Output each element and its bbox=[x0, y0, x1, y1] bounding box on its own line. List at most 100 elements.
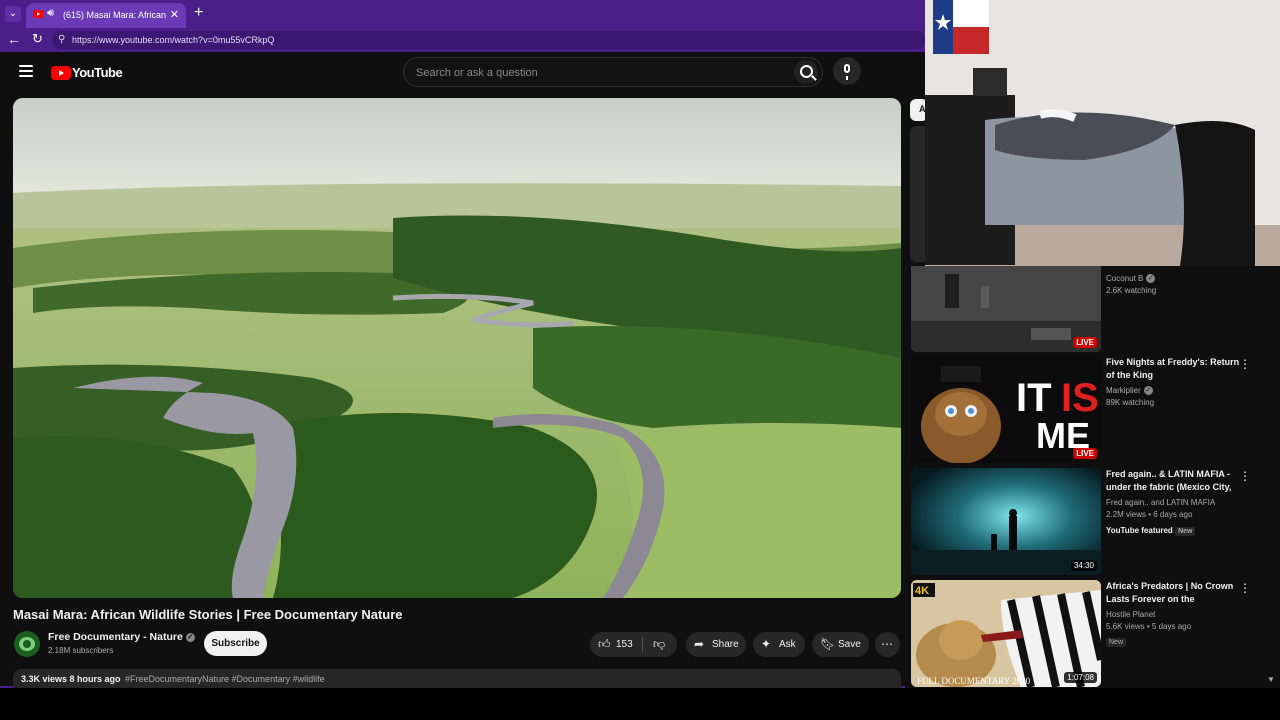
browser-tab[interactable]: 🔊︎ (615) Masai Mara: African Wil ✕ bbox=[26, 3, 186, 28]
menu-icon[interactable] bbox=[19, 65, 33, 77]
thumb-text-it: IT bbox=[1016, 376, 1052, 420]
like-divider bbox=[642, 637, 643, 652]
video-info: Fred again.. & LATIN MAFIA - under the f… bbox=[1106, 468, 1241, 536]
url-text: https://www.youtube.com/watch?v=0mu55vCR… bbox=[72, 35, 275, 45]
verified-icon: ✓ bbox=[185, 632, 195, 642]
thumbs-up-icon[interactable]: 👍︎ bbox=[598, 638, 611, 650]
reload-icon[interactable]: ↻ bbox=[32, 31, 43, 47]
duration-badge: 1:07:08 bbox=[1064, 672, 1097, 683]
channel-name: Fred again.. and LATIN MAFIA bbox=[1106, 498, 1216, 507]
channel-name[interactable]: Free Documentary - Nature ✓ bbox=[48, 631, 195, 643]
video-info: Africa's Predators | No Crown Lasts Fore… bbox=[1106, 580, 1241, 649]
voice-search-button[interactable] bbox=[833, 57, 861, 85]
duration-badge: 34:30 bbox=[1070, 560, 1097, 571]
thumb-text-full-documentary: FULL DOCUMENTARY 2020 bbox=[917, 676, 1031, 686]
concert-thumbnail-art bbox=[911, 468, 1101, 575]
video-meta: 2.6K watching bbox=[1106, 286, 1157, 296]
verified-icon: ✓ bbox=[1146, 274, 1156, 284]
microphone-icon bbox=[844, 64, 850, 80]
channel-name-text: Free Documentary - Nature bbox=[48, 631, 183, 643]
channel-label: Markiplier bbox=[1106, 386, 1141, 395]
channel-avatar[interactable] bbox=[14, 631, 40, 657]
bedroom-scene bbox=[925, 0, 1280, 266]
search-icon bbox=[800, 65, 813, 78]
share-icon: ➦ bbox=[694, 637, 705, 651]
featured-text: YouTube featured bbox=[1106, 526, 1173, 535]
like-dislike-group: 👍︎ 153 👎︎ bbox=[590, 632, 677, 657]
live-badge: LIVE bbox=[1073, 448, 1097, 459]
search-button[interactable] bbox=[794, 60, 818, 84]
ad-panel-edge bbox=[910, 126, 925, 262]
omnibox[interactable]: ⚲ https://www.youtube.com/watch?v=0mu55v… bbox=[52, 31, 925, 49]
more-actions-button[interactable]: ⋯ bbox=[875, 632, 900, 657]
video-meta: 5.6K views • 5 days ago bbox=[1106, 622, 1192, 631]
video-player[interactable] bbox=[13, 98, 901, 598]
video-info: Five Nights at Freddy's: Return of the K… bbox=[1106, 356, 1241, 407]
thumbs-down-icon[interactable]: 👎︎ bbox=[653, 638, 665, 650]
tab-search-icon[interactable]: ⌄ bbox=[5, 6, 21, 22]
close-tab-icon[interactable]: ✕ bbox=[170, 8, 179, 21]
youtube-header: YouTube bbox=[0, 52, 925, 94]
video-title[interactable]: Africa's Predators | No Crown Lasts Fore… bbox=[1106, 580, 1241, 606]
site-info-icon[interactable]: ⚲ bbox=[58, 34, 69, 45]
speaker-icon[interactable]: 🔊︎ bbox=[47, 7, 54, 20]
new-tab-icon[interactable]: + bbox=[194, 4, 203, 22]
ask-label: Ask bbox=[779, 639, 796, 650]
like-count[interactable]: 153 bbox=[616, 639, 633, 650]
live-badge: LIVE bbox=[1073, 337, 1097, 348]
thumb-text-4k: 4K bbox=[915, 585, 929, 597]
save-button[interactable]: 🔖︎ Save bbox=[812, 632, 869, 657]
savanna-river-frame bbox=[13, 98, 901, 598]
scroll-down-arrow-icon[interactable]: ▼ bbox=[1267, 675, 1275, 684]
ask-button[interactable]: ✦ Ask bbox=[753, 632, 805, 657]
youtube-wordmark: YouTube bbox=[72, 65, 123, 80]
description-box[interactable]: 3.3K views 8 hours ago #FreeDocumentaryN… bbox=[13, 669, 901, 688]
more-horizontal-icon: ⋯ bbox=[881, 637, 893, 651]
freddy-thumbnail-art: IT IS ME bbox=[911, 356, 1101, 463]
youtube-favicon-icon bbox=[33, 10, 43, 18]
hashtags[interactable]: #FreeDocumentaryNature #Documentary #wil… bbox=[125, 674, 325, 684]
youtube-play-icon bbox=[51, 66, 71, 80]
related-video-card[interactable]: IT IS ME LIVE Five Nights at Freddy's: R… bbox=[911, 356, 1271, 464]
video-meta: 2.2M views • 6 days ago bbox=[1106, 510, 1193, 519]
webcam-overlay bbox=[925, 0, 1280, 266]
new-badge: New bbox=[1175, 527, 1196, 536]
video-title: Masai Mara: African Wildlife Stories | F… bbox=[13, 607, 403, 622]
search-input[interactable] bbox=[414, 64, 778, 82]
channel-label: Coconut B bbox=[1106, 274, 1144, 283]
video-info: Coconut B ✓ 2.6K watching bbox=[1106, 266, 1241, 295]
video-thumbnail[interactable]: LIVE bbox=[911, 266, 1101, 352]
sparkle-icon: ✦ bbox=[761, 637, 772, 651]
predator-thumbnail-art: 4K FULL DOCUMENTARY 2020 bbox=[911, 580, 1101, 687]
more-vertical-icon[interactable]: ⋮ bbox=[1239, 358, 1251, 370]
more-vertical-icon[interactable]: ⋮ bbox=[1239, 582, 1251, 594]
related-video-card[interactable]: 34:30 Fred again.. & LATIN MAFIA - under… bbox=[911, 468, 1271, 576]
channel-name: Hostile Planet bbox=[1106, 610, 1156, 619]
subscribe-button[interactable]: Subscribe bbox=[204, 631, 267, 656]
browser-window: ⌄ 🔊︎ (615) Masai Mara: African Wil ✕ + ←… bbox=[0, 0, 1280, 688]
video-meta: 89K watching bbox=[1106, 398, 1155, 408]
subscriber-count: 2.18M subscribers bbox=[48, 646, 114, 655]
featured-label: YouTube featured New bbox=[1106, 523, 1241, 536]
save-label: Save bbox=[838, 639, 861, 650]
related-video-card[interactable]: 4K FULL DOCUMENTARY 2020 1:07:08 Africa'… bbox=[911, 580, 1271, 688]
share-button[interactable]: ➦ Share bbox=[686, 632, 746, 657]
thumb-text-is: IS bbox=[1061, 376, 1099, 420]
verified-icon: ✓ bbox=[1143, 386, 1153, 396]
view-count-and-date: 3.3K views 8 hours ago bbox=[21, 674, 121, 684]
video-thumbnail[interactable]: 4K FULL DOCUMENTARY 2020 1:07:08 bbox=[911, 580, 1101, 687]
video-thumbnail[interactable]: 34:30 bbox=[911, 468, 1101, 575]
more-vertical-icon[interactable]: ⋮ bbox=[1239, 470, 1251, 482]
search-box bbox=[403, 57, 823, 87]
bookmark-icon: 🔖︎ bbox=[820, 637, 836, 651]
back-arrow-icon[interactable]: ← bbox=[7, 31, 21, 47]
screen-bottom-bar bbox=[0, 688, 1280, 720]
tab-title: (615) Masai Mara: African Wil bbox=[63, 10, 168, 20]
new-badge: New bbox=[1106, 638, 1127, 647]
channel-name: Markiplier ✓ bbox=[1106, 386, 1241, 396]
video-thumbnail[interactable]: IT IS ME LIVE bbox=[911, 356, 1101, 463]
share-label: Share bbox=[712, 639, 739, 650]
video-title[interactable]: Fred again.. & LATIN MAFIA - under the f… bbox=[1106, 468, 1241, 494]
channel-name: Coconut B ✓ bbox=[1106, 274, 1241, 284]
video-title[interactable]: Five Nights at Freddy's: Return of the K… bbox=[1106, 356, 1241, 382]
